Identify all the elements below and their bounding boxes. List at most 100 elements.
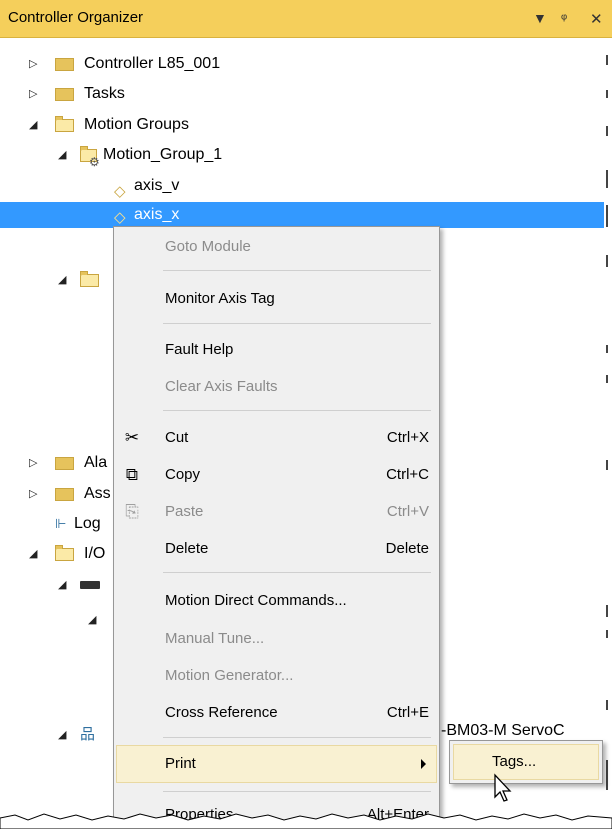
- menu-item-label: Clear Axis Faults: [165, 378, 278, 395]
- expand-icon[interactable]: ▷: [29, 479, 37, 509]
- edge-mark: [606, 170, 608, 188]
- expand-icon[interactable]: ▷: [29, 448, 37, 478]
- folder-icon: [55, 457, 74, 470]
- edge-mark: [606, 90, 608, 98]
- tree-item-label: Controller L85_001: [84, 55, 221, 72]
- folder-icon: [55, 488, 74, 501]
- close-icon[interactable]: ✕: [590, 10, 603, 28]
- tree-item-label: Ass: [84, 485, 111, 502]
- tree-item-collapsed-group[interactable]: ◢: [0, 265, 112, 295]
- menu-item-clear-axis-faults[interactable]: Clear Axis Faults: [116, 372, 437, 402]
- collapse-icon[interactable]: ◢: [58, 140, 66, 170]
- tree-item-tasks[interactable]: ▷ Tasks: [0, 79, 600, 109]
- open-folder-icon: [55, 116, 74, 132]
- menu-item-label: Print: [165, 755, 196, 772]
- menu-item-label: Motion Direct Commands...: [165, 592, 347, 609]
- tree-item-backplane[interactable]: ◢: [0, 570, 112, 600]
- backplane-icon: [80, 581, 100, 589]
- tree-item-controller[interactable]: ▷ Controller L85_001: [0, 49, 600, 79]
- menu-item-shortcut: Ctrl+V: [386, 503, 429, 520]
- collapse-icon[interactable]: ◢: [58, 265, 66, 295]
- menu-item-label: Goto Module: [165, 238, 251, 255]
- network-icon: 品: [80, 726, 96, 743]
- menu-item-copy[interactable]: ⧉ Copy Ctrl+C: [116, 460, 437, 490]
- edge-mark: [606, 345, 608, 353]
- menu-item-manual-tune[interactable]: Manual Tune...: [116, 624, 437, 654]
- edge-mark: [606, 255, 608, 267]
- tree-item-motion-group-1[interactable]: ◢ ⚙ Motion_Group_1: [0, 140, 600, 170]
- torn-edge: [0, 813, 612, 829]
- menu-item-label: Paste: [165, 503, 204, 520]
- panel-title: Controller Organizer: [8, 9, 144, 26]
- menu-item-label: Motion Generator...: [165, 667, 294, 684]
- menu-item-cut[interactable]: ✂ Cut Ctrl+X: [116, 423, 437, 453]
- collapse-icon[interactable]: ◢: [58, 720, 66, 750]
- menu-separator: [163, 270, 431, 271]
- tree-item-label: Motion Groups: [84, 116, 189, 133]
- edge-mark: [606, 55, 608, 65]
- tree-item-label: Tasks: [84, 85, 125, 102]
- collapse-icon[interactable]: ◢: [29, 110, 37, 140]
- tree-item-module[interactable]: ◢: [0, 605, 112, 635]
- folder-icon: [55, 58, 74, 71]
- menu-separator: [163, 737, 431, 738]
- tree-item-label: Ala: [84, 454, 108, 471]
- menu-item-shortcut: Delete: [385, 540, 429, 557]
- folder-icon: [55, 88, 74, 101]
- menu-item-label: Fault Help: [165, 341, 234, 358]
- edge-mark: [606, 460, 608, 470]
- paste-icon: ⎘: [125, 502, 139, 521]
- tree-item-axis-x[interactable]: ◇ axis_x: [0, 202, 604, 228]
- edge-mark: [606, 760, 608, 790]
- edge-mark: [606, 205, 608, 227]
- open-folder-icon: [55, 545, 74, 561]
- menu-item-fault-help[interactable]: Fault Help: [116, 335, 437, 365]
- menu-separator: [163, 410, 431, 411]
- menu-item-shortcut: Ctrl+C: [386, 466, 429, 483]
- tree-item-logical-model[interactable]: ⊩ Log: [0, 509, 112, 539]
- menu-separator: [163, 323, 431, 324]
- controller-organizer-panel: Controller Organizer ▼ ᵠ ✕ ▷ Controller …: [0, 0, 612, 829]
- menu-item-motion-generator[interactable]: Motion Generator...: [116, 661, 437, 691]
- menu-item-paste[interactable]: ⎘ Paste Ctrl+V: [116, 497, 437, 527]
- mouse-cursor-icon: [494, 773, 512, 802]
- menu-item-delete[interactable]: Delete Delete: [116, 534, 437, 564]
- tree-item-label: I/O: [84, 545, 106, 562]
- menu-item-motion-direct-commands[interactable]: Motion Direct Commands...: [116, 586, 437, 616]
- collapse-icon[interactable]: ◢: [58, 570, 66, 600]
- menu-item-label: Delete: [165, 540, 209, 557]
- context-menu: Goto Module Monitor Axis Tag Fault Help …: [113, 226, 440, 829]
- edge-mark: [606, 126, 608, 136]
- expand-icon[interactable]: ▷: [29, 79, 37, 109]
- logical-model-icon: ⊩: [55, 516, 67, 531]
- collapse-icon[interactable]: ◢: [88, 605, 96, 635]
- menu-item-shortcut: Ctrl+X: [386, 429, 429, 446]
- menu-item-label: Copy: [165, 466, 201, 483]
- tree-item-alarms[interactable]: ▷ Ala: [0, 448, 112, 478]
- collapse-icon[interactable]: ◢: [29, 539, 37, 569]
- tree-item-io-configuration[interactable]: ◢ I/O: [0, 539, 112, 569]
- menu-item-label: Monitor Axis Tag: [165, 290, 275, 307]
- panel-title-bar: Controller Organizer ▼ ᵠ ✕: [0, 0, 612, 38]
- menu-item-monitor-axis-tag[interactable]: Monitor Axis Tag: [116, 284, 437, 314]
- menu-item-print[interactable]: Print: [116, 745, 437, 783]
- edge-mark: [606, 605, 608, 617]
- submenu-item-tags[interactable]: Tags...: [453, 744, 599, 780]
- dropdown-icon[interactable]: ▼: [533, 10, 547, 26]
- menu-item-label: Manual Tune...: [165, 630, 265, 647]
- tree-item-axis-v[interactable]: ◇ axis_v: [0, 171, 600, 201]
- tree-item-motion-groups[interactable]: ◢ Motion Groups: [0, 110, 600, 140]
- tree-item-assets[interactable]: ▷ Ass: [0, 479, 112, 509]
- copy-icon: ⧉: [125, 465, 139, 484]
- menu-item-goto-module[interactable]: Goto Module: [116, 232, 437, 262]
- expand-icon[interactable]: ▷: [29, 49, 37, 79]
- tree-item-label: Motion_Group_1: [103, 146, 223, 163]
- edge-mark: [606, 375, 608, 383]
- tree-item-label: Log: [74, 515, 101, 532]
- menu-item-label: Cut: [165, 429, 189, 446]
- menu-icon-gutter: [114, 227, 146, 829]
- tree-item-ethernet[interactable]: ◢ 品: [0, 720, 112, 750]
- pin-icon[interactable]: ᵠ: [561, 10, 567, 26]
- menu-item-cross-reference[interactable]: Cross Reference Ctrl+E: [116, 698, 437, 728]
- cut-icon: ✂: [124, 428, 140, 447]
